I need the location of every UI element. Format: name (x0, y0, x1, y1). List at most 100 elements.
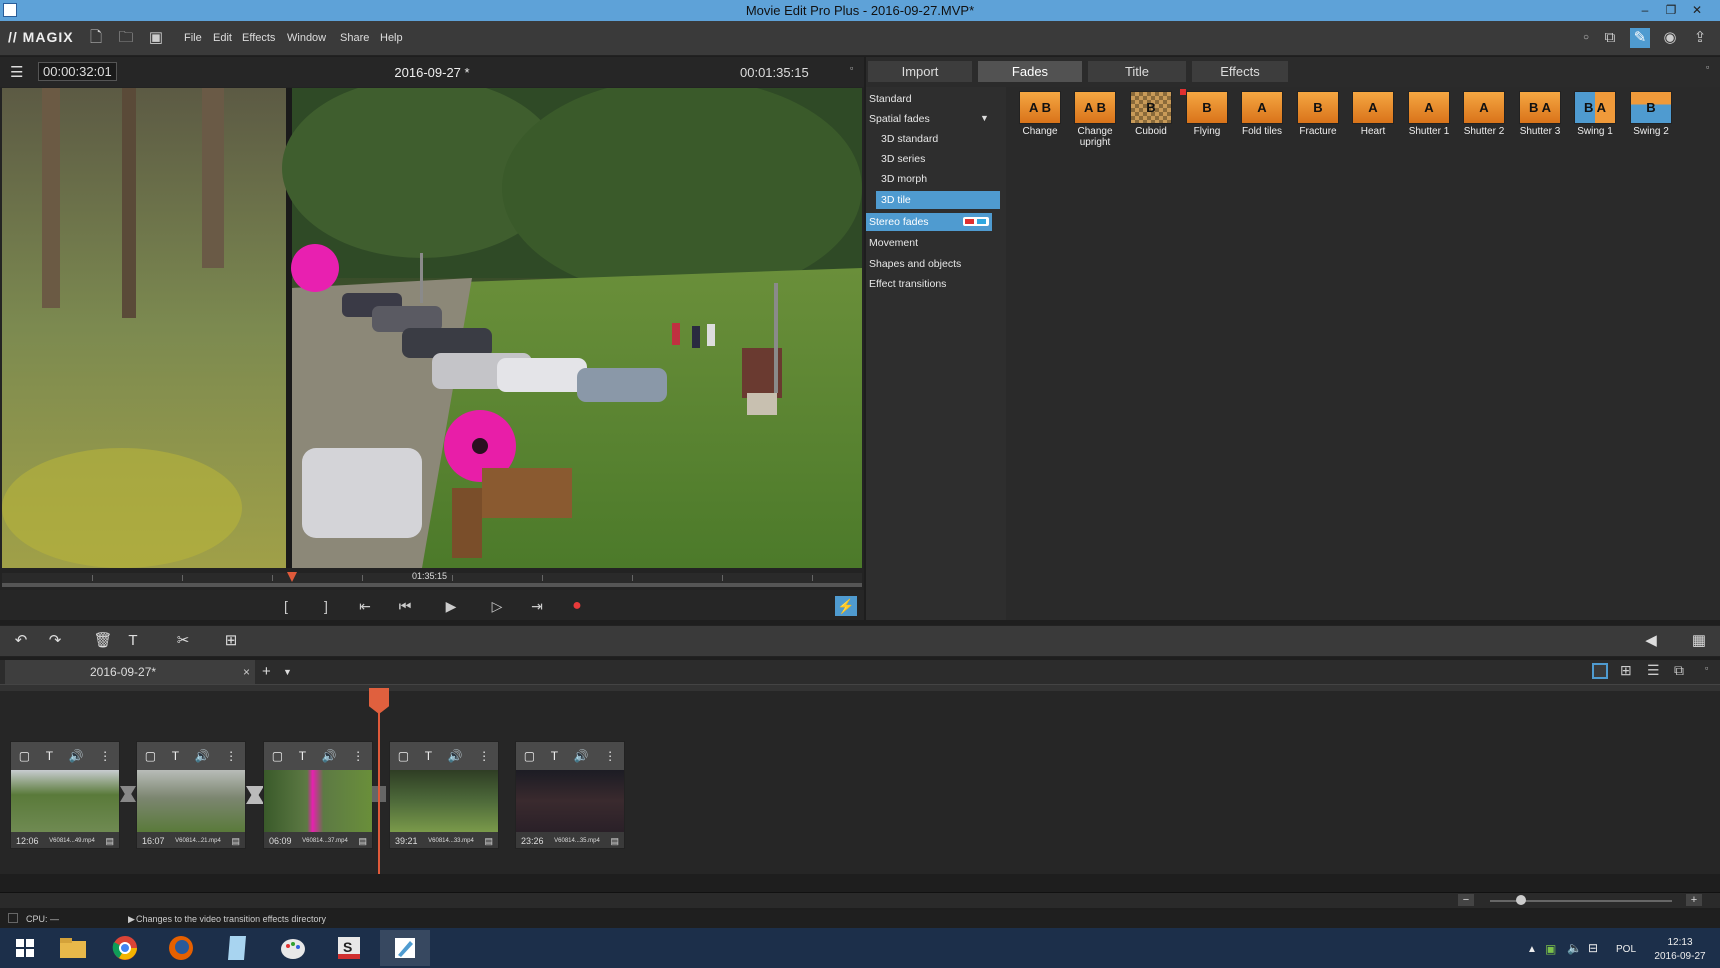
category-3d-morph[interactable]: 3D morph (876, 170, 1000, 188)
clip-title-icon[interactable]: T (172, 749, 179, 763)
tab-effects[interactable]: Effects (1192, 61, 1288, 82)
title-text-icon[interactable]: T (122, 631, 144, 651)
clip-audio-icon[interactable]: 🔊 (322, 749, 337, 763)
menu-help[interactable]: Help (380, 32, 403, 44)
go-to-start-icon[interactable]: ⇤ (354, 596, 376, 616)
insert-mode-icon[interactable]: ⊞ (220, 631, 242, 651)
start-button[interactable] (0, 930, 50, 966)
menu-edit[interactable]: Edit (213, 32, 232, 44)
effect-flying[interactable]: B Flying (1181, 91, 1233, 137)
effect-shutter-1[interactable]: A Shutter 1 (1403, 91, 1455, 137)
zoom-slider-thumb[interactable] (1516, 895, 1526, 905)
save-icon[interactable]: ▣ (146, 28, 166, 48)
upload-icon[interactable]: ⇪ (1690, 28, 1710, 48)
effect-fracture[interactable]: B Fracture (1292, 91, 1344, 137)
network-tray-icon[interactable]: ⊟ (1588, 941, 1598, 955)
chevron-down-icon[interactable]: ▼ (980, 113, 989, 123)
clip-options-icon[interactable]: ▢ (19, 749, 30, 763)
category-effect-transitions[interactable]: Effect transitions (868, 275, 998, 293)
file-explorer-icon[interactable] (48, 930, 98, 966)
timeline-maximize-icon[interactable]: ▫ (1705, 663, 1708, 673)
mixer-icon[interactable]: ▦ (1688, 631, 1710, 651)
clip-audio-icon[interactable]: 🔊 (448, 749, 463, 763)
clip-menu-icon[interactable]: ⋮ (478, 749, 490, 763)
preview-position-marker[interactable] (287, 572, 297, 582)
effect-change[interactable]: A B Change (1014, 91, 1066, 137)
play-button[interactable]: ▶ (440, 596, 462, 616)
clip-title-icon[interactable]: T (551, 749, 558, 763)
tab-title[interactable]: Title (1088, 61, 1186, 82)
clip-title-icon[interactable]: T (46, 749, 53, 763)
clip-menu-icon[interactable]: ⋮ (225, 749, 237, 763)
effect-swing-2[interactable]: B Swing 2 (1625, 91, 1677, 137)
go-to-end-icon[interactable]: ⇥ (526, 596, 548, 616)
mixer-view-icon[interactable]: ⧉ (1674, 662, 1684, 679)
play-range-icon[interactable]: ▷ (486, 596, 508, 616)
clip-options-icon[interactable]: ▢ (398, 749, 409, 763)
category-movement[interactable]: Movement (868, 234, 998, 252)
storyboard-view-icon[interactable] (1592, 663, 1608, 679)
firefox-icon[interactable] (156, 930, 206, 966)
clip-options-icon[interactable]: ▢ (145, 749, 156, 763)
volume-icon[interactable]: ◀ (1640, 631, 1662, 651)
effect-cuboid[interactable]: B Cuboid (1125, 91, 1177, 137)
effect-heart[interactable]: A Heart (1347, 91, 1399, 137)
minimize-button[interactable]: – (1632, 0, 1658, 21)
previous-frame-icon[interactable]: ⏮ (394, 596, 416, 616)
mark-out-button[interactable]: ] (315, 596, 337, 616)
clip-menu-icon[interactable]: ⋮ (604, 749, 616, 763)
clock-time[interactable]: 12:13 (1651, 937, 1709, 948)
record-button[interactable]: ● (566, 596, 588, 616)
tray-expand-icon[interactable]: ▲ (1527, 944, 1537, 955)
delete-icon[interactable]: 🗑 (92, 631, 114, 651)
language-indicator[interactable]: POL (1616, 944, 1636, 955)
redo-icon[interactable]: ↷ (44, 631, 66, 651)
clip-3[interactable]: ▢ T 🔊 ⋮ 06:09 V60814...37.mp4 ▤ (263, 741, 373, 849)
menu-effects[interactable]: Effects (242, 32, 275, 44)
effect-fold-tiles[interactable]: A Fold tiles (1236, 91, 1288, 137)
magix-s-icon[interactable]: S (324, 930, 374, 966)
clip-audio-icon[interactable]: 🔊 (195, 749, 210, 763)
undo-icon[interactable]: ↶ (10, 631, 32, 651)
clip-5[interactable]: ▢ T 🔊 ⋮ 23:26 V60814...35.mp4 ▤ (515, 741, 625, 849)
project-tab[interactable]: 2016-09-27* (5, 660, 255, 684)
category-spatial-fades[interactable]: Spatial fades (868, 110, 998, 128)
clip-menu-icon[interactable]: ⋮ (99, 749, 111, 763)
mark-in-button[interactable]: [ (275, 596, 297, 616)
category-3d-tile[interactable]: 3D tile (876, 191, 1000, 209)
clip-2[interactable]: ▢ T 🔊 ⋮ 16:07 V60814...21.mp4 ▤ (136, 741, 246, 849)
effect-swing-1[interactable]: B A Swing 1 (1569, 91, 1621, 137)
zoom-in-button[interactable]: + (1686, 894, 1702, 906)
close-tab-icon[interactable]: × (243, 665, 250, 679)
effect-shutter-3[interactable]: B A Shutter 3 (1514, 91, 1566, 137)
restore-button[interactable]: ❐ (1658, 0, 1684, 21)
menu-window[interactable]: Window (287, 32, 326, 44)
close-button[interactable]: ✕ (1684, 0, 1710, 21)
edit-mode-icon[interactable]: ✎ (1630, 28, 1650, 48)
open-folder-icon[interactable]: 🗀 (116, 28, 136, 48)
disc-icon[interactable]: ◉ (1660, 28, 1680, 48)
paint-icon[interactable] (268, 930, 318, 966)
timeline-playhead[interactable] (378, 688, 380, 874)
clip-title-icon[interactable]: T (299, 749, 306, 763)
category-standard[interactable]: Standard (868, 90, 998, 108)
effect-shutter-2[interactable]: A Shutter 2 (1458, 91, 1510, 137)
maximize-preview-icon[interactable]: ▫ (850, 63, 853, 73)
category-shapes-and-objects[interactable]: Shapes and objects (868, 255, 998, 273)
clock-date[interactable]: 2016-09-27 (1651, 951, 1709, 962)
menu-share[interactable]: Share (340, 32, 369, 44)
speaker-tray-icon[interactable]: 🔈 (1567, 941, 1582, 955)
cut-scissors-icon[interactable]: ✂ (172, 631, 194, 651)
tab-dropdown-icon[interactable]: ▼ (283, 667, 292, 677)
add-tab-icon[interactable]: + (262, 663, 271, 680)
clip-title-icon[interactable]: T (425, 749, 432, 763)
clip-options-icon[interactable]: ▢ (272, 749, 283, 763)
clip-menu-icon[interactable]: ⋮ (352, 749, 364, 763)
clip-audio-icon[interactable]: 🔊 (574, 749, 589, 763)
category-3d-standard[interactable]: 3D standard (876, 130, 1000, 148)
quick-action-icon[interactable]: ⚡ (835, 596, 857, 616)
chrome-icon[interactable] (100, 930, 150, 966)
timeline-view-icon[interactable]: ☰ (1647, 662, 1660, 679)
new-file-icon[interactable]: 🗋 (86, 28, 106, 48)
effect-change-upright[interactable]: A B Change upright (1069, 91, 1121, 148)
